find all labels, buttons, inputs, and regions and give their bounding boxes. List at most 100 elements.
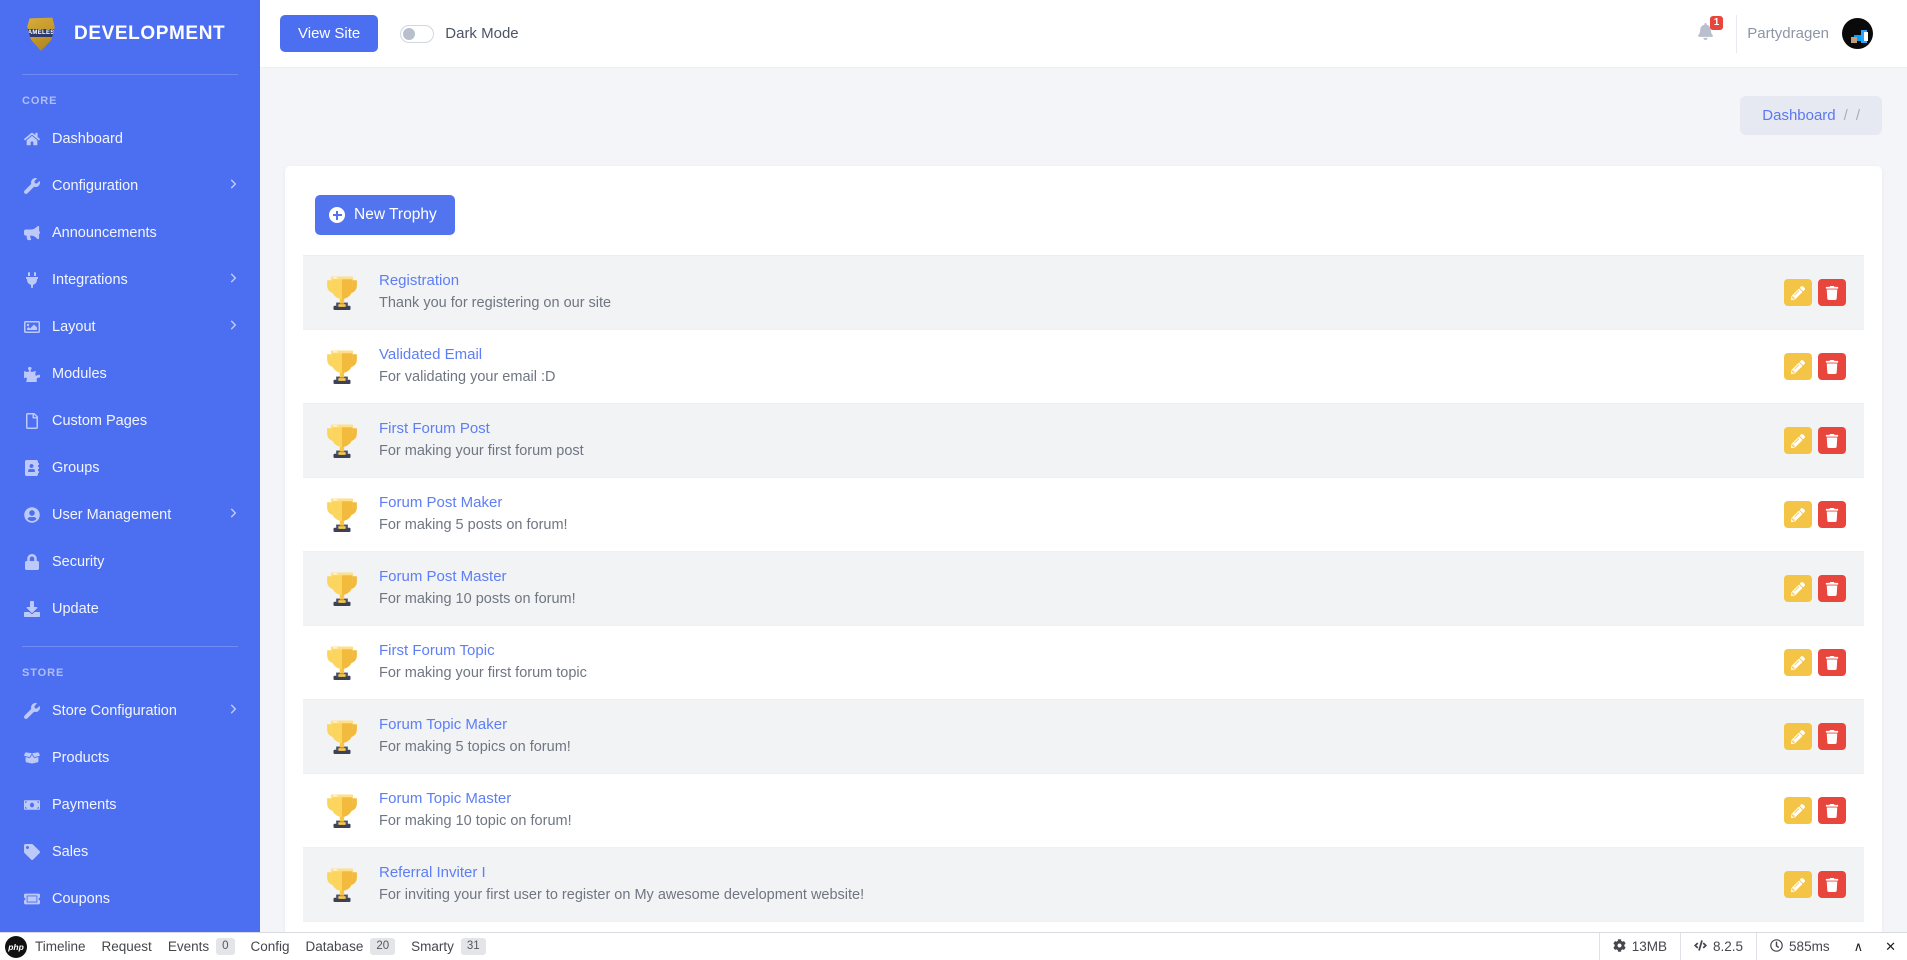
- debug-close-button[interactable]: ✕: [1874, 939, 1907, 955]
- trophy-title-link[interactable]: Registration: [379, 270, 1784, 293]
- sidebar-item-integrations[interactable]: Integrations: [0, 256, 260, 303]
- new-trophy-button[interactable]: New Trophy: [315, 195, 455, 235]
- trophy-actions: [1784, 353, 1848, 380]
- trophy-row: Referral Inviter I For inviting your firs…: [303, 848, 1864, 922]
- debug-tab-database[interactable]: Database 20: [306, 938, 396, 955]
- trophy-info: Forum Topic Maker For making 5 topics on …: [379, 714, 1784, 758]
- dark-mode-label: Dark Mode: [445, 25, 519, 42]
- shield-icon: NAMELESS: [27, 17, 55, 51]
- delete-trophy-button[interactable]: [1818, 501, 1846, 528]
- delete-trophy-button[interactable]: [1818, 279, 1846, 306]
- trophy-title-link[interactable]: First Forum Topic: [379, 640, 1784, 663]
- edit-trophy-button[interactable]: [1784, 575, 1812, 602]
- trophy-description: For making 10 posts on forum!: [379, 590, 576, 607]
- sidebar-item-update[interactable]: Update: [0, 585, 260, 632]
- debug-tab-events[interactable]: Events 0: [168, 938, 235, 955]
- puzzle-icon: [22, 364, 42, 384]
- trophy-info: Registration Thank you for registering on…: [379, 270, 1784, 314]
- chevron-right-icon: [226, 506, 240, 524]
- view-site-button[interactable]: View Site: [280, 15, 379, 52]
- topbar: View Site Dark Mode 1 Partydragen: [260, 0, 1907, 68]
- delete-trophy-button[interactable]: [1818, 797, 1846, 824]
- sidebar-item-dashboard[interactable]: Dashboard: [0, 115, 260, 162]
- edit-trophy-button[interactable]: [1784, 649, 1812, 676]
- edit-trophy-button[interactable]: [1784, 871, 1812, 898]
- delete-trophy-button[interactable]: [1818, 353, 1846, 380]
- trophy-title-link[interactable]: Forum Post Master: [379, 566, 1784, 589]
- card-header: New Trophy: [303, 188, 1864, 255]
- trophy-icon: [325, 865, 359, 905]
- sidebar-item-coupons[interactable]: Coupons: [0, 875, 260, 922]
- debug-tab-label: Request: [101, 939, 152, 954]
- debug-tab-config[interactable]: Config: [251, 939, 290, 954]
- debug-tab-badge: 0: [216, 938, 235, 955]
- admin-panel: NAMELESS DEVELOPMENT CORE Dashboard Config…: [0, 0, 1907, 960]
- trophy-icon: [325, 643, 359, 683]
- edit-trophy-button[interactable]: [1784, 797, 1812, 824]
- trophy-title-link[interactable]: First Forum Post: [379, 418, 1784, 441]
- lock-icon: [22, 552, 42, 572]
- wrench-icon: [22, 176, 42, 196]
- trophy-title-link[interactable]: Forum Post Maker: [379, 492, 1784, 515]
- notifications-button[interactable]: 1: [1679, 15, 1732, 45]
- edit-trophy-button[interactable]: [1784, 353, 1812, 380]
- sidebar-item-sales[interactable]: Sales: [0, 828, 260, 875]
- sidebar-item-label: Integrations: [52, 271, 128, 288]
- trophy-icon: [325, 569, 359, 609]
- trophy-row: First Forum Post For making your first fo…: [303, 404, 1864, 478]
- sidebar-item-payments[interactable]: Payments: [0, 781, 260, 828]
- edit-trophy-button[interactable]: [1784, 279, 1812, 306]
- trophy-row: Forum Post Master For making 10 posts on …: [303, 552, 1864, 626]
- delete-trophy-button[interactable]: [1818, 723, 1846, 750]
- box-open-icon: [22, 748, 42, 768]
- debug-tab-timeline[interactable]: Timeline: [35, 939, 86, 954]
- breadcrumb: Dashboard / /: [1740, 96, 1882, 135]
- trophy-title-link[interactable]: Referral Inviter I: [379, 862, 1784, 885]
- avatar[interactable]: [1842, 18, 1873, 49]
- sidebar: NAMELESS DEVELOPMENT CORE Dashboard Config…: [0, 0, 260, 960]
- debug-tab-badge: 31: [460, 938, 486, 955]
- sidebar-item-announcements[interactable]: Announcements: [0, 209, 260, 256]
- delete-trophy-button[interactable]: [1818, 427, 1846, 454]
- edit-trophy-button[interactable]: [1784, 501, 1812, 528]
- edit-trophy-button[interactable]: [1784, 427, 1812, 454]
- download-icon: [22, 599, 42, 619]
- sidebar-item-products[interactable]: Products: [0, 734, 260, 781]
- dark-mode-control[interactable]: Dark Mode: [400, 24, 519, 43]
- breadcrumb-separator-1: /: [1843, 107, 1848, 124]
- breadcrumb-dashboard[interactable]: Dashboard: [1762, 107, 1835, 124]
- delete-trophy-button[interactable]: [1818, 575, 1846, 602]
- trophy-icon: [325, 421, 359, 461]
- brand[interactable]: NAMELESS DEVELOPMENT: [0, 0, 260, 68]
- debug-collapse-button[interactable]: ∧: [1843, 939, 1875, 955]
- sidebar-item-configuration[interactable]: Configuration: [0, 162, 260, 209]
- sidebar-item-user-management[interactable]: User Management: [0, 491, 260, 538]
- edit-trophy-button[interactable]: [1784, 723, 1812, 750]
- main-content: Dashboard / / New Trophy Registration Tha…: [260, 68, 1907, 960]
- chevron-right-icon: [226, 318, 240, 336]
- sidebar-nav: CORE Dashboard Configuration Announcements I…: [0, 75, 260, 960]
- new-trophy-label: New Trophy: [354, 206, 437, 223]
- dark-mode-toggle[interactable]: [400, 24, 435, 43]
- sidebar-item-layout[interactable]: Layout: [0, 303, 260, 350]
- sidebar-item-modules[interactable]: Modules: [0, 350, 260, 397]
- debug-tab-label: Timeline: [35, 939, 86, 954]
- sidebar-item-store-configuration[interactable]: Store Configuration: [0, 687, 260, 734]
- trophy-title-link[interactable]: Validated Email: [379, 344, 1784, 367]
- debug-tab-smarty[interactable]: Smarty 31: [411, 938, 486, 955]
- trophy-description: For making 5 posts on forum!: [379, 516, 568, 533]
- sidebar-item-security[interactable]: Security: [0, 538, 260, 585]
- trophy-actions: [1784, 649, 1848, 676]
- delete-trophy-button[interactable]: [1818, 649, 1846, 676]
- trophy-icon: [325, 791, 359, 831]
- sidebar-item-label: Sales: [52, 843, 89, 860]
- delete-trophy-button[interactable]: [1818, 871, 1846, 898]
- trophy-info: Referral Inviter I For inviting your firs…: [379, 862, 1784, 906]
- sidebar-item-custom-pages[interactable]: Custom Pages: [0, 397, 260, 444]
- trophy-icon: [325, 347, 359, 387]
- sidebar-item-groups[interactable]: Groups: [0, 444, 260, 491]
- trophy-title-link[interactable]: Forum Topic Master: [379, 788, 1784, 811]
- debug-tab-request[interactable]: Request: [102, 939, 152, 954]
- sidebar-item-label: User Management: [52, 506, 172, 523]
- trophy-title-link[interactable]: Forum Topic Maker: [379, 714, 1784, 737]
